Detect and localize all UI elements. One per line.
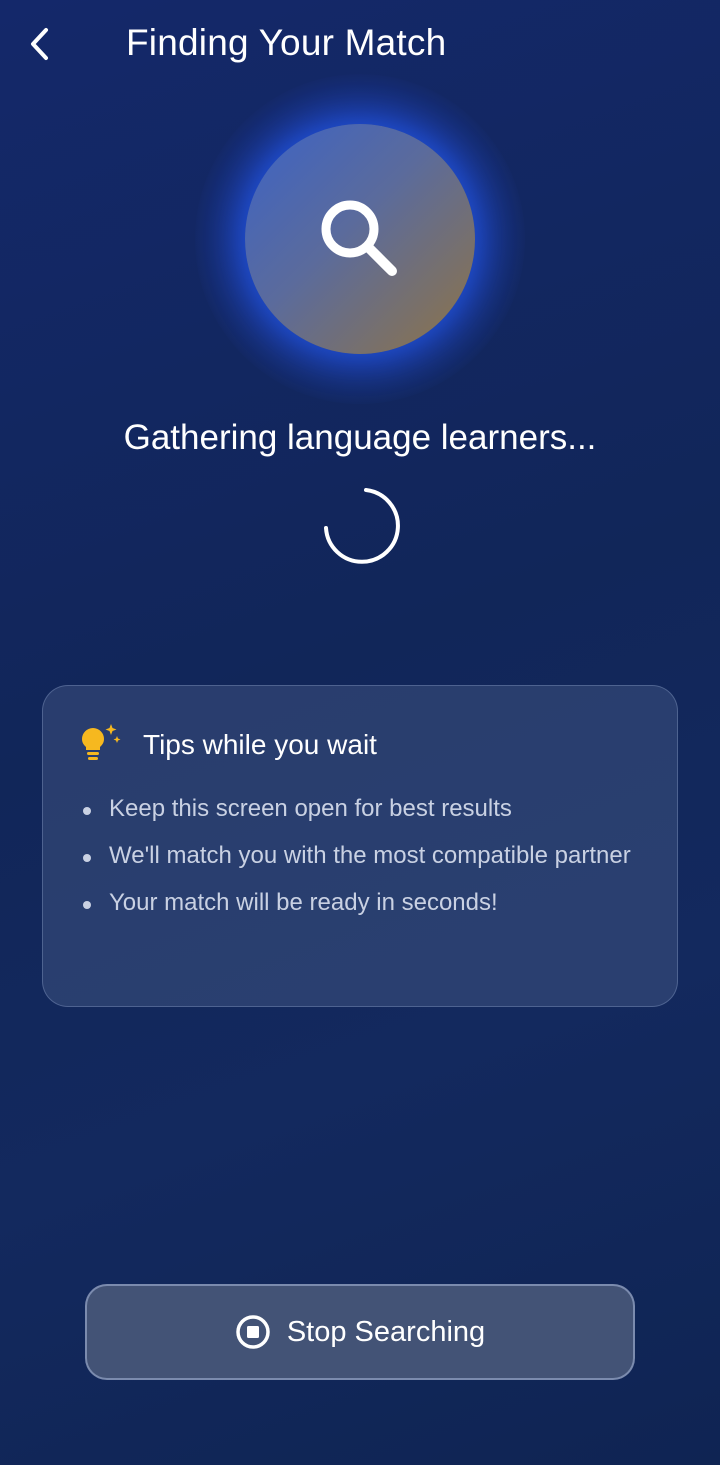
tips-list: Keep this screen open for best results W… — [79, 792, 649, 933]
back-button[interactable] — [18, 22, 62, 66]
tips-header: Tips while you wait — [77, 722, 377, 768]
tip-item: We'll match you with the most compatible… — [79, 839, 649, 872]
stop-circle-icon — [236, 1315, 270, 1349]
chevron-left-icon — [31, 28, 48, 60]
search-avatar-circle — [245, 124, 475, 354]
stop-searching-label: Stop Searching — [286, 1315, 486, 1348]
loading-spinner — [324, 488, 400, 564]
status-text: Gathering language learners... — [123, 418, 597, 457]
page-title: Finding Your Match — [126, 22, 447, 63]
magnifier-icon — [321, 200, 397, 276]
lightbulb-icon — [82, 724, 121, 760]
tips-title: Tips while you wait — [143, 729, 377, 760]
tip-item: Your match will be ready in seconds! — [79, 886, 649, 919]
tip-item: Keep this screen open for best results — [79, 792, 649, 825]
stop-searching-button[interactable]: Stop Searching — [85, 1284, 635, 1380]
tips-card: Tips while you wait Keep this screen ope… — [42, 685, 678, 1007]
